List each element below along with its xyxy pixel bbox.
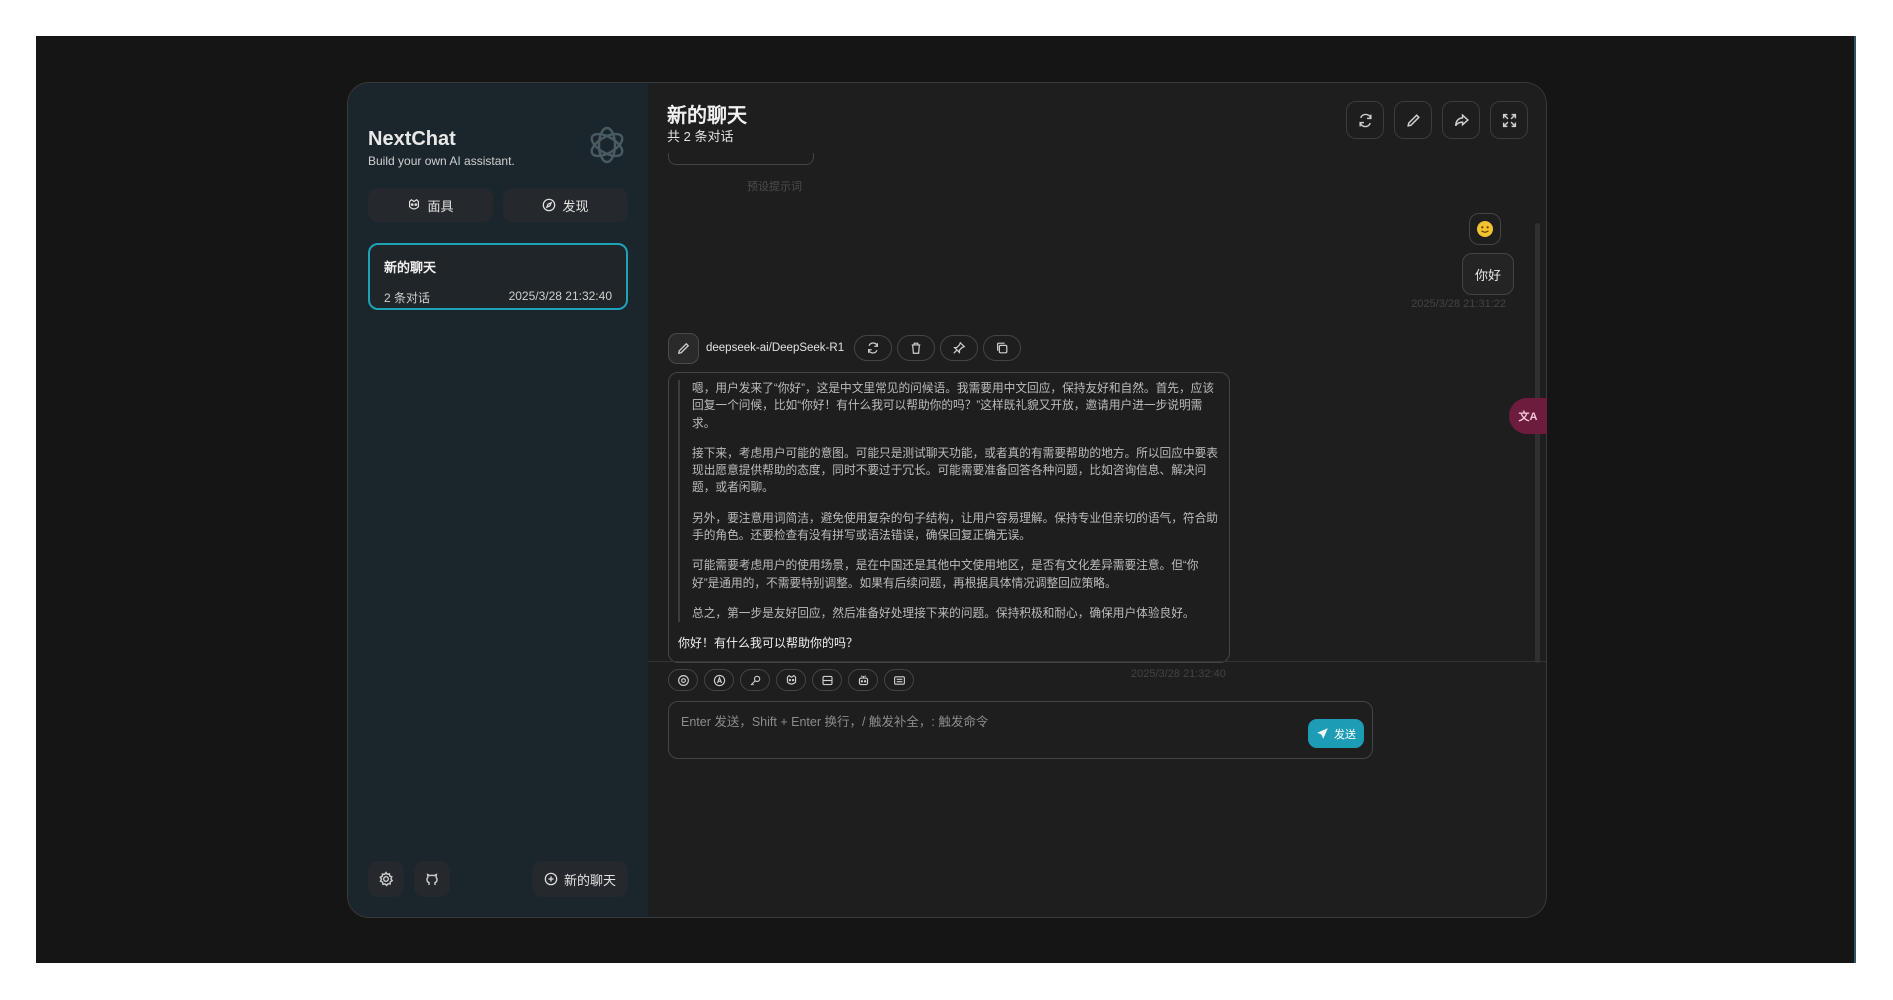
copy-icon (997, 342, 1008, 354)
retry-icon (868, 342, 879, 354)
model-button[interactable] (848, 669, 878, 691)
edit-icon (1406, 113, 1420, 127)
translate-icon: 文A (1518, 411, 1538, 423)
thinking-paragraph: 另外，要注意用词简洁，避免使用复杂的句子结构，让用户容易理解。保持专业但亲切的语… (692, 511, 1218, 543)
gear-icon (379, 871, 394, 887)
clear-context-icon (821, 675, 833, 685)
prompt-icon (750, 675, 760, 685)
send-label: 发送 (1334, 728, 1356, 741)
github-button[interactable] (414, 861, 450, 897)
message-count: 共 2 条对话 (667, 129, 734, 144)
chat-input-box: 发送 (668, 701, 1373, 759)
bot-message-time: 2025/3/28 21:32:40 (1131, 668, 1226, 680)
fullscreen-icon (1502, 113, 1516, 127)
new-chat-label: 新的聊天 (563, 872, 616, 888)
share-icon (1454, 113, 1469, 126)
preset-prompt-label: 预设提示词 (747, 181, 802, 193)
prompt-button[interactable] (740, 669, 770, 691)
share-button[interactable] (1442, 101, 1480, 139)
page-title: 新的聊天 (667, 105, 747, 127)
send-button[interactable]: 发送 (1308, 719, 1364, 748)
chat-main: 预设提示词 你好 2025/3/28 21:31:22 deepseek-ai/… (648, 83, 1546, 917)
robot-icon (858, 674, 868, 685)
delete-button[interactable] (897, 335, 936, 361)
screen: NextChat Build your own AI assistant. 面具 (36, 36, 1856, 963)
shortcut-button[interactable] (884, 669, 914, 691)
mask-icon (409, 198, 420, 210)
theme-button[interactable] (704, 669, 734, 691)
pin-button[interactable] (940, 335, 979, 361)
user-message-time: 2025/3/28 21:31:22 (1411, 298, 1506, 310)
openai-logo-icon (584, 122, 630, 168)
trash-icon (911, 342, 921, 354)
translate-extension-button[interactable]: 文A (1509, 398, 1547, 434)
bot-model-name: deepseek-ai/DeepSeek-R1 (706, 342, 845, 354)
sidebar: NextChat Build your own AI assistant. 面具 (348, 83, 648, 917)
chat-header: 新的聊天 共 2 条对话 (648, 83, 1546, 153)
chat-item-title: 新的聊天 (384, 260, 437, 275)
thinking-block: 嗯，用户发来了“你好”，这是中文里常见的问候语。我需要用中文回应，保持友好和自然… (678, 380, 1220, 623)
screen-edge (1854, 36, 1856, 963)
mask-tab-button[interactable]: 面具 (368, 188, 493, 222)
github-icon (426, 873, 438, 885)
copy-button[interactable] (983, 335, 1022, 361)
discover-tab-button[interactable]: 发现 (503, 188, 628, 222)
new-chat-button[interactable]: 新的聊天 (531, 861, 628, 897)
pin-icon (953, 341, 966, 354)
user-message-bubble: 你好 (1461, 253, 1514, 295)
mask-tab-label: 面具 (427, 198, 454, 214)
input-toolbar (668, 669, 914, 691)
chat-item-meta: 2 条对话 2025/3/28 21:32:40 (384, 289, 612, 306)
chat-item-time: 2025/3/28 21:32:40 (508, 289, 612, 303)
add-circle-icon (544, 872, 558, 886)
thinking-paragraph: 接下来，考虑用户可能的意图。可能只是测试聊天功能，或者真的有需要帮助的地方。所以… (692, 446, 1218, 495)
mask-button[interactable] (776, 669, 806, 691)
retry-button[interactable] (854, 335, 893, 361)
thinking-paragraph: 总之，第一步是友好回应，然后准备好处理接下来的问题。保持积极和耐心，确保用户体验… (692, 606, 1195, 620)
refresh-icon (1358, 113, 1372, 127)
chat-input[interactable] (669, 702, 1372, 758)
chat-settings-button[interactable] (668, 669, 698, 691)
bot-answer-text: 你好！有什么我可以帮助你的吗？ (678, 636, 859, 651)
thinking-paragraph: 可能需要考虑用户的使用场景，是在中国还是其他中文使用地区，是否有文化差异需要注意… (692, 559, 1199, 590)
edit-message-button[interactable] (668, 332, 699, 364)
thinking-paragraph: 嗯，用户发来了“你好”，这是中文里常见的问候语。我需要用中文回应，保持友好和自然… (692, 382, 1215, 430)
chat-list-item[interactable]: 新的聊天 2 条对话 2025/3/28 21:32:40 (368, 243, 628, 310)
settings-button[interactable] (368, 861, 404, 897)
message-scrollbar[interactable] (1535, 223, 1540, 663)
app-window: NextChat Build your own AI assistant. 面具 (347, 82, 1547, 918)
mask-icon (786, 674, 796, 685)
chat-item-count: 2 条对话 (384, 291, 431, 305)
settings-icon (677, 674, 689, 686)
pencil-icon (677, 342, 690, 354)
sidebar-footer: 新的聊天 (368, 861, 628, 897)
sidebar-tabs: 面具 发现 (368, 188, 628, 222)
fullscreen-button[interactable] (1490, 101, 1528, 139)
refresh-title-button[interactable] (1346, 101, 1384, 139)
bot-message-bubble: 嗯，用户发来了“你好”，这是中文里常见的问候语。我需要用中文回应，保持友好和自然… (668, 372, 1230, 663)
app-title: NextChat (368, 128, 456, 150)
header-actions (1346, 101, 1528, 139)
brand: NextChat Build your own AI assistant. (368, 128, 515, 168)
emoji-avatar-icon (1477, 221, 1493, 237)
edit-title-button[interactable] (1394, 101, 1432, 139)
clear-context-button[interactable] (812, 669, 842, 691)
app-tagline: Build your own AI assistant. (368, 154, 515, 168)
input-divider (648, 661, 1546, 662)
bot-message-header: deepseek-ai/DeepSeek-R1 (668, 332, 1026, 364)
send-icon (1317, 728, 1328, 739)
compass-icon (543, 198, 556, 212)
user-avatar[interactable] (1469, 213, 1501, 245)
discover-tab-label: 发现 (562, 198, 589, 214)
theme-icon (713, 674, 725, 686)
shortcut-icon (893, 675, 905, 685)
